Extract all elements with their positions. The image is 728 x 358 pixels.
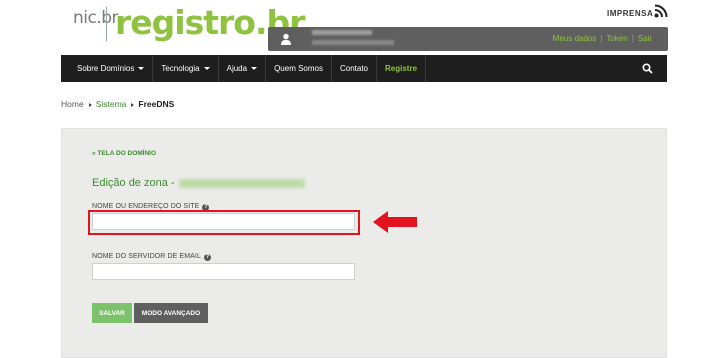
link-separator: | [631,34,634,43]
user-icon [281,33,291,45]
zone-edit-panel [61,128,667,358]
logo-divider [106,7,107,41]
highlight-box [88,210,360,235]
breadcrumb: Home Sistema FreeDNS [61,99,174,109]
advanced-mode-button[interactable]: MODO AVANÇADO [134,303,208,323]
caret-down-icon [203,67,210,70]
domain-name-redacted [178,178,305,188]
caret-down-icon [138,67,145,70]
breadcrumb-home[interactable]: Home [61,99,84,109]
breadcrumb-current: FreeDNS [138,99,175,109]
nav-contato[interactable]: Contato [332,55,378,82]
email-field-label: NOME DO SERVIDOR DE EMAIL? [92,253,211,261]
email-server-input[interactable] [92,263,355,280]
caret-down-icon [251,67,258,70]
search-icon[interactable] [642,63,653,74]
user-bar: Meus dados | Token | Sair [268,27,668,51]
save-button[interactable]: SALVAR [92,303,132,323]
nav-ajuda[interactable]: Ajuda [219,55,267,82]
user-name-redacted [312,30,372,35]
nav-tecnologia[interactable]: Tecnologia [153,55,219,82]
breadcrumb-sistema[interactable]: Sistema [96,99,127,109]
user-links: Meus dados | Token | Sair [553,34,652,43]
rss-icon[interactable] [654,4,668,18]
nic-br-logo[interactable]: nic.br [73,8,119,28]
pointer-arrow-icon [373,211,417,233]
breadcrumb-arrow-icon [88,102,92,107]
main-nav: Sobre Domínios Tecnologia Ajuda Quem Som… [61,55,667,82]
link-separator: | [600,34,603,43]
sair-link[interactable]: Sair [638,34,652,43]
nav-registre[interactable]: Registre [377,55,427,82]
meus-dados-link[interactable]: Meus dados [553,34,597,43]
breadcrumb-arrow-icon [131,102,135,107]
nav-quem-somos[interactable]: Quem Somos [266,55,332,82]
back-to-domain-link[interactable]: « TELA DO DOMÍNIO [92,150,156,157]
token-link[interactable]: Token [606,34,627,43]
imprensa-link[interactable]: IMPRENSA [607,9,653,18]
help-icon[interactable]: ? [203,253,211,261]
page-title: Edição de zona - [92,177,305,189]
user-id-redacted [312,40,394,45]
nav-sobre-dominios[interactable]: Sobre Domínios [61,55,154,82]
